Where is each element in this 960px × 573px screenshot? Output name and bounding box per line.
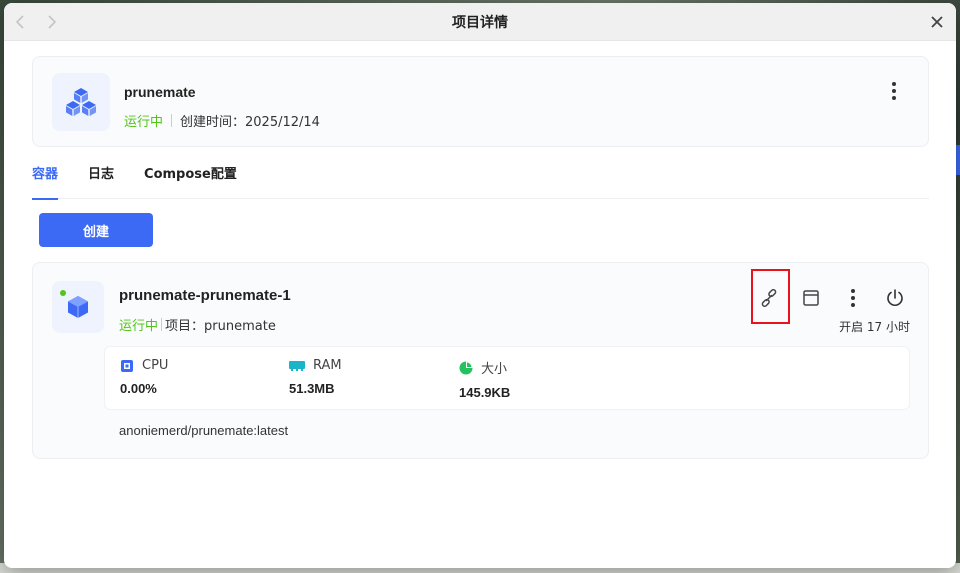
power-icon[interactable] xyxy=(880,283,910,313)
close-icon[interactable] xyxy=(926,11,948,33)
chevron-left-icon[interactable] xyxy=(10,11,30,33)
container-name: prunemate-prunemate-1 xyxy=(119,287,291,304)
chevron-right-icon[interactable] xyxy=(42,11,62,33)
pie-chart-icon xyxy=(459,361,473,375)
container-card: prunemate-prunemate-1 运行中 项目：prunemate 开… xyxy=(32,262,929,459)
container-uptime: 开启 17 小时 xyxy=(839,320,910,334)
stat-cpu-label: CPU xyxy=(142,358,169,373)
ram-icon xyxy=(289,360,305,372)
project-summary-card: prunemate 运行中 创建时间：2025/12/14 xyxy=(32,56,929,147)
running-status-dot xyxy=(60,290,66,296)
container-status: 运行中 xyxy=(119,319,159,334)
tab-containers[interactable]: 容器 xyxy=(32,163,59,200)
stat-ram: RAM 51.3MB xyxy=(289,358,342,396)
terminal-window-icon[interactable] xyxy=(796,283,826,313)
container-stats-panel: CPU 0.00% RAM 51.3MB 大小 145.9KB xyxy=(104,346,910,410)
dialog-titlebar: 项目详情 xyxy=(4,3,956,41)
stat-cpu: CPU 0.00% xyxy=(120,358,168,396)
stat-size-value: 145.9KB xyxy=(459,385,511,400)
cube-icon xyxy=(52,281,104,333)
tab-compose-config[interactable]: Compose配置 xyxy=(144,163,237,199)
project-meta: 运行中 创建时间：2025/12/14 xyxy=(124,111,320,130)
stat-size-label: 大小 xyxy=(481,362,508,377)
tab-bar: 容器 日志 Compose配置 xyxy=(32,163,929,200)
container-actions xyxy=(742,283,910,313)
create-button[interactable]: 创建 xyxy=(39,213,153,247)
stat-cpu-value: 0.00% xyxy=(120,381,157,396)
link-icon[interactable] xyxy=(754,283,784,313)
more-vertical-icon[interactable] xyxy=(884,79,904,103)
project-detail-dialog: 项目详情 prunemate 运行中 创建时间：2025/12/14 容器 日志… xyxy=(4,3,956,568)
divider xyxy=(161,318,163,331)
project-created-time: 创建时间：2025/12/14 xyxy=(180,115,320,130)
more-vertical-icon[interactable] xyxy=(838,283,868,313)
dialog-title: 项目详情 xyxy=(452,14,508,31)
tab-logs[interactable]: 日志 xyxy=(88,163,114,199)
divider xyxy=(171,114,173,127)
cpu-icon xyxy=(120,359,134,373)
container-meta: 运行中 项目：prunemate xyxy=(119,315,276,334)
container-image: anoniemerd/prunemate:latest xyxy=(119,423,289,438)
stat-ram-value: 51.3MB xyxy=(289,381,335,396)
cubes-icon xyxy=(52,73,110,131)
project-name: prunemate xyxy=(124,84,196,100)
container-project: 项目：prunemate xyxy=(165,319,276,334)
project-status: 运行中 xyxy=(124,115,164,130)
stat-size: 大小 145.9KB xyxy=(459,358,510,400)
stat-ram-label: RAM xyxy=(313,358,342,373)
